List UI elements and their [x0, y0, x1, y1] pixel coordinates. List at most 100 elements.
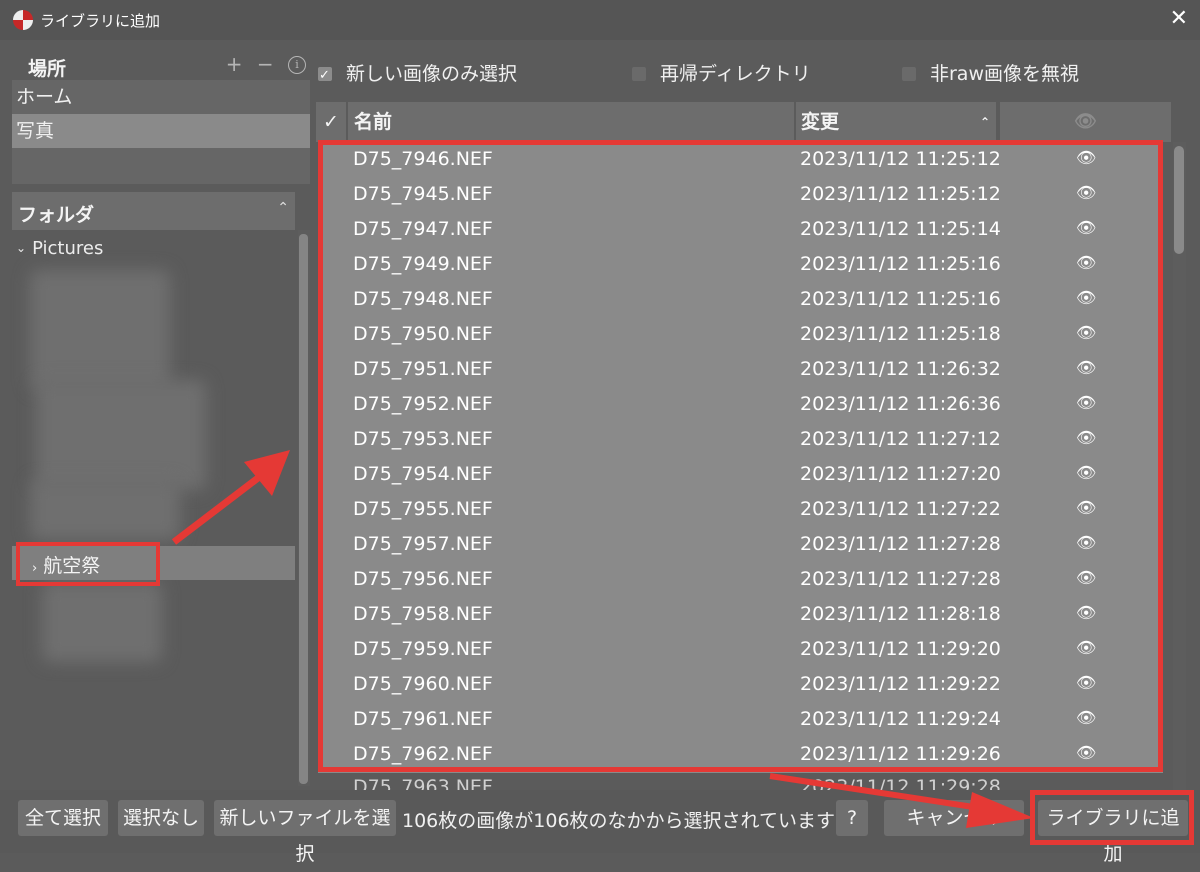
file-modified-date: 2023/11/12 11:25:16: [800, 288, 1001, 310]
select-all-button[interactable]: 全て選択: [18, 800, 108, 836]
table-row[interactable]: D75_7954.NEF 2023/11/12 11:27:20 👁: [318, 458, 1163, 493]
option-recursive[interactable]: 再帰ディレクトリ: [632, 60, 811, 88]
options-row: 新しい画像のみ選択 再帰ディレクトリ 非raw画像を無視: [316, 60, 1196, 90]
preview-eye-icon[interactable]: 👁: [1076, 323, 1096, 342]
file-name: D75_7959.NEF: [353, 638, 493, 660]
file-modified-date: 2023/11/12 11:25:16: [800, 253, 1001, 275]
places-title: 場所: [28, 58, 67, 80]
table-row[interactable]: D75_7951.NEF 2023/11/12 11:26:32 👁: [318, 353, 1163, 388]
blurred-folder-area: [30, 270, 170, 390]
preview-eye-icon[interactable]: 👁: [1076, 253, 1096, 272]
help-button[interactable]: ?: [836, 800, 868, 836]
file-modified-date: 2023/11/12 11:29:22: [800, 673, 1001, 695]
preview-eye-icon[interactable]: 👁: [1076, 358, 1096, 377]
table-row[interactable]: D75_7961.NEF 2023/11/12 11:29:24 👁: [318, 703, 1163, 738]
folder-scrollbar-thumb[interactable]: [299, 234, 308, 784]
file-modified-date: 2023/11/12 11:27:22: [800, 498, 1001, 520]
file-modified-date: 2023/11/12 11:25:14: [800, 218, 1001, 240]
table-row[interactable]: D75_7957.NEF 2023/11/12 11:27:28 👁: [318, 528, 1163, 563]
column-header-modified[interactable]: 変更 ⌃: [796, 102, 996, 142]
close-icon[interactable]: ✕: [1170, 6, 1188, 31]
checkbox-new-only[interactable]: [318, 62, 332, 90]
checkbox-recursive[interactable]: [632, 67, 646, 81]
file-name: D75_7951.NEF: [353, 358, 493, 380]
preview-eye-icon[interactable]: 👁: [1076, 288, 1096, 307]
preview-eye-icon[interactable]: 👁: [1076, 673, 1096, 692]
preview-eye-icon[interactable]: 👁: [1076, 743, 1096, 762]
preview-eye-icon[interactable]: 👁: [1076, 603, 1096, 622]
file-modified-date: 2023/11/12 11:25:12: [800, 183, 1001, 205]
chevron-down-icon[interactable]: ⌄: [16, 241, 26, 255]
table-row[interactable]: D75_7952.NEF 2023/11/12 11:26:36 👁: [318, 388, 1163, 423]
chevron-up-icon[interactable]: ⌃: [277, 200, 289, 216]
place-item-photos[interactable]: 写真: [12, 114, 310, 148]
file-name: D75_7960.NEF: [353, 673, 493, 695]
table-row[interactable]: D75_7949.NEF 2023/11/12 11:25:16 👁: [318, 248, 1163, 283]
file-name: D75_7962.NEF: [353, 743, 493, 765]
add-to-library-button[interactable]: ライブラリに追加: [1038, 800, 1188, 865]
preview-eye-icon[interactable]: 👁: [1076, 428, 1096, 447]
file-modified-date: 2023/11/12 11:27:12: [800, 428, 1001, 450]
file-name: D75_7952.NEF: [353, 393, 493, 415]
preview-eye-icon[interactable]: 👁: [1076, 533, 1096, 552]
table-row[interactable]: D75_7947.NEF 2023/11/12 11:25:14 👁: [318, 213, 1163, 248]
add-place-icon[interactable]: +: [226, 52, 243, 76]
column-header-preview-eye-icon[interactable]: 👁: [1000, 102, 1171, 142]
preview-eye-icon[interactable]: 👁: [1076, 218, 1096, 237]
file-name: D75_7954.NEF: [353, 463, 493, 485]
preview-eye-icon[interactable]: 👁: [1076, 498, 1096, 517]
tree-root-pictures[interactable]: ⌄ Pictures: [16, 238, 103, 259]
table-row[interactable]: D75_7962.NEF 2023/11/12 11:29:26 👁: [318, 738, 1163, 773]
table-row[interactable]: D75_7960.NEF 2023/11/12 11:29:22 👁: [318, 668, 1163, 703]
preview-eye-icon[interactable]: 👁: [1076, 463, 1096, 482]
table-row[interactable]: D75_7946.NEF 2023/11/12 11:25:12 👁: [318, 143, 1163, 178]
table-row[interactable]: D75_7959.NEF 2023/11/12 11:29:20 👁: [318, 633, 1163, 668]
file-list-scrollbar-thumb[interactable]: [1174, 146, 1184, 254]
table-row[interactable]: D75_7945.NEF 2023/11/12 11:25:12 👁: [318, 178, 1163, 213]
preview-eye-icon[interactable]: 👁: [1076, 393, 1096, 412]
file-name: D75_7947.NEF: [353, 218, 493, 240]
file-name: D75_7946.NEF: [353, 148, 493, 170]
table-row[interactable]: D75_7950.NEF 2023/11/12 11:25:18 👁: [318, 318, 1163, 353]
option-new-only[interactable]: 新しい画像のみ選択: [318, 60, 517, 90]
table-row[interactable]: D75_7948.NEF 2023/11/12 11:25:16 👁: [318, 283, 1163, 318]
file-name: D75_7961.NEF: [353, 708, 493, 730]
file-name: D75_7955.NEF: [353, 498, 493, 520]
preview-eye-icon[interactable]: 👁: [1076, 638, 1096, 657]
table-row[interactable]: D75_7958.NEF 2023/11/12 11:28:18 👁: [318, 598, 1163, 633]
checkbox-ignore-nonraw[interactable]: [902, 67, 916, 81]
preview-eye-icon[interactable]: 👁: [1076, 708, 1096, 727]
file-name: D75_7950.NEF: [353, 323, 493, 345]
file-name: D75_7949.NEF: [353, 253, 493, 275]
preview-eye-icon[interactable]: 👁: [1076, 183, 1096, 202]
table-row[interactable]: D75_7956.NEF 2023/11/12 11:27:28 👁: [318, 563, 1163, 598]
file-modified-date: 2023/11/12 11:29:26: [800, 743, 1001, 765]
column-header-check[interactable]: ✓: [316, 102, 346, 142]
table-row[interactable]: D75_7955.NEF 2023/11/12 11:27:22 👁: [318, 493, 1163, 528]
file-modified-date: 2023/11/12 11:27:28: [800, 533, 1001, 555]
preview-eye-icon[interactable]: 👁: [1076, 568, 1096, 587]
app-logo-icon: [13, 10, 33, 30]
folder-tree: ⌄ Pictures › 航空祭: [12, 230, 295, 790]
places-header: 場所 + − i: [12, 48, 310, 80]
file-name: D75_7948.NEF: [353, 288, 493, 310]
table-row[interactable]: D75_7953.NEF 2023/11/12 11:27:12 👁: [318, 423, 1163, 458]
file-name: D75_7945.NEF: [353, 183, 493, 205]
file-name: D75_7958.NEF: [353, 603, 493, 625]
file-name: D75_7953.NEF: [353, 428, 493, 450]
cancel-button[interactable]: キャンセル: [884, 800, 1024, 836]
place-item-home[interactable]: ホーム: [12, 80, 310, 114]
selection-status: 106枚の画像が106枚のなかから選択されています: [402, 810, 835, 832]
preview-eye-icon[interactable]: 👁: [1076, 148, 1096, 167]
info-icon[interactable]: i: [288, 56, 306, 74]
select-none-button[interactable]: 選択なし: [118, 800, 204, 836]
file-modified-date: 2023/11/12 11:26:32: [800, 358, 1001, 380]
places-list: ホーム 写真: [12, 80, 310, 184]
folder-header[interactable]: フォルダ ⌃: [12, 192, 295, 230]
column-header-name[interactable]: 名前: [348, 102, 794, 142]
option-ignore-nonraw[interactable]: 非raw画像を無視: [902, 60, 1079, 88]
sort-ascending-icon: ⌃: [979, 115, 990, 129]
select-new-files-button[interactable]: 新しいファイルを選択: [214, 800, 396, 865]
remove-place-icon[interactable]: −: [257, 52, 274, 76]
table-header: ✓ 名前 変更 ⌃ 👁: [316, 102, 1171, 142]
